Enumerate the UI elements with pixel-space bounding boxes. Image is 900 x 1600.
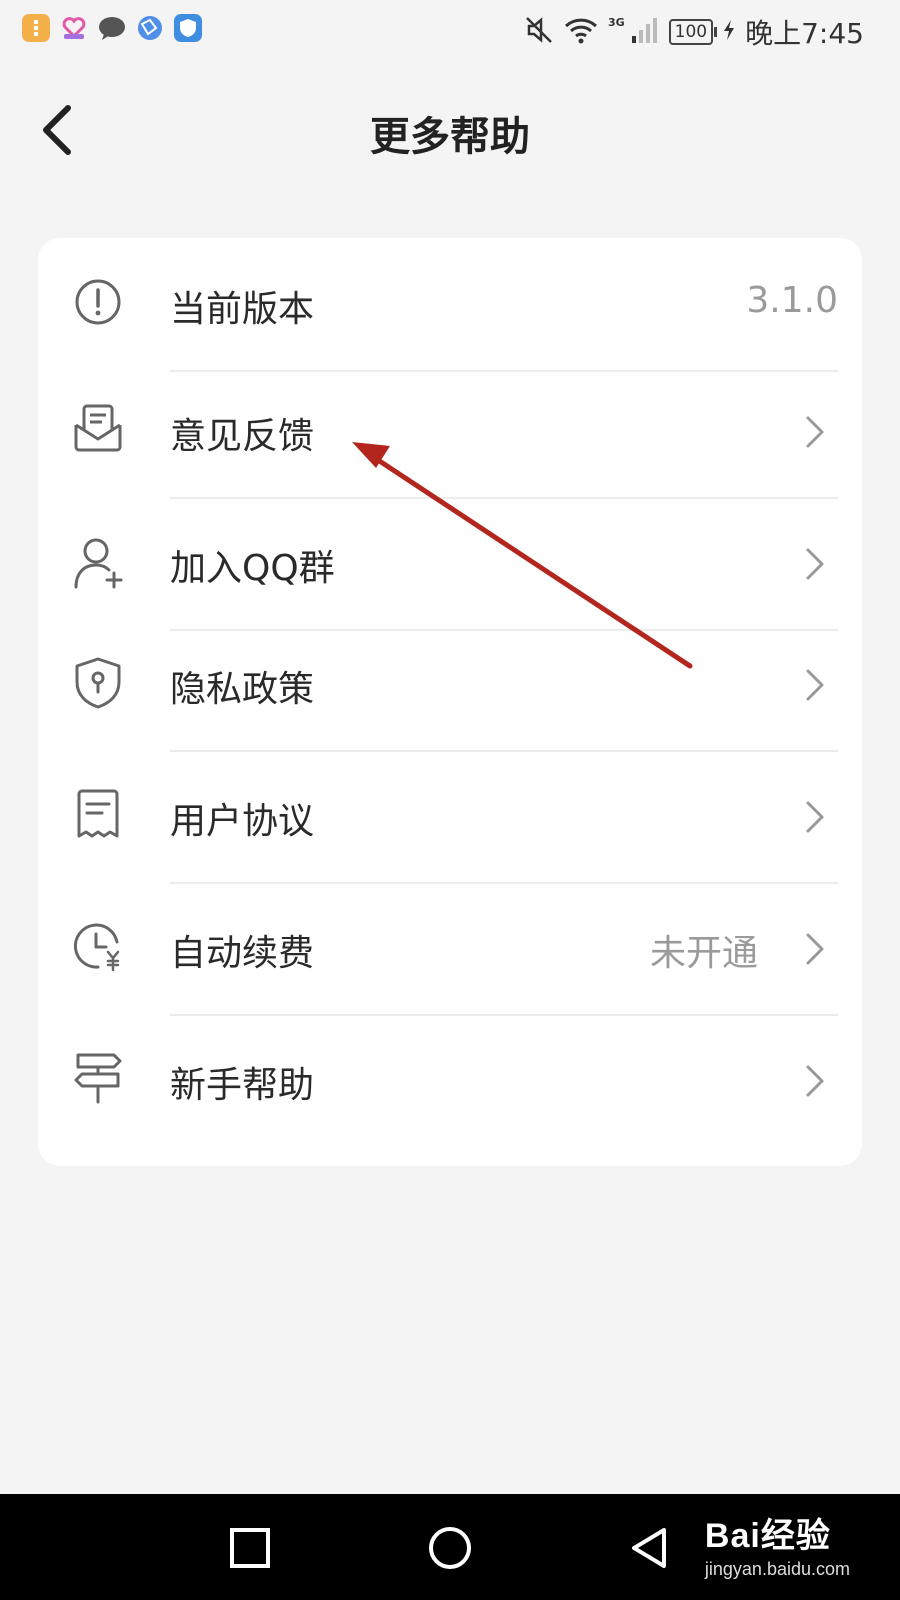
clock-yen-icon (73, 923, 120, 972)
chevron-right-icon (806, 669, 824, 701)
info-circle-icon (75, 279, 121, 325)
menu-row-beginner-help[interactable]: 新手帮助 (38, 1014, 862, 1148)
square-icon (230, 1528, 270, 1568)
recent-apps-button[interactable] (224, 1522, 276, 1574)
menu-label-privacy-policy: 隐私政策 (170, 669, 315, 710)
heart-app-icon (60, 14, 88, 42)
page-title: 更多帮助 (370, 114, 530, 160)
chat-bubble-icon (98, 14, 126, 42)
menu-label-beginner-help: 新手帮助 (170, 1065, 315, 1106)
system-navigation-bar: Bai经验 jingyan.baidu.com (0, 1494, 900, 1600)
signal-strength-icon (631, 16, 659, 48)
menu-label-feedback: 意见反馈 (170, 416, 315, 457)
watermark-url: jingyan.baidu.com (704, 1559, 850, 1579)
wifi-icon (564, 16, 598, 48)
back-nav-button[interactable] (624, 1522, 676, 1574)
chevron-right-icon (806, 1065, 824, 1097)
triangle-back-icon (632, 1528, 666, 1568)
network-type-label: 3G (607, 15, 625, 29)
feedback-envelope-icon (74, 404, 122, 452)
add-user-icon (74, 538, 123, 589)
clock: 晚上7:45 (745, 17, 864, 50)
menu-label-version: 当前版本 (170, 289, 315, 330)
auto-renew-status: 未开通 (649, 933, 758, 974)
baidu-jingyan-watermark: Bai经验 jingyan.baidu.com (705, 1508, 850, 1580)
menu-row-auto-renew[interactable]: 自动续费 未开通 (38, 882, 862, 1016)
watermark-brand: Bai经验 (704, 1517, 831, 1555)
menu-row-privacy-policy[interactable]: 隐私政策 (38, 618, 862, 752)
chevron-right-icon (806, 933, 824, 965)
menu-row-version[interactable]: 当前版本 3.1.0 (38, 238, 862, 372)
help-menu-card: 当前版本 3.1.0 意见反馈 加入QQ群 隐私政策 用户协议 自动续费 未开通… (38, 238, 862, 1166)
security-shield-app-icon (174, 14, 202, 42)
chevron-right-icon (806, 416, 824, 448)
app-header: 更多帮助 (0, 80, 900, 180)
notification-icons (22, 14, 202, 42)
document-icon (77, 789, 119, 838)
mute-icon (524, 15, 554, 49)
circle-icon (429, 1527, 471, 1569)
signpost-icon (74, 1053, 122, 1104)
battery-indicator: 100 (668, 19, 718, 45)
version-value: 3.1.0 (746, 280, 838, 321)
home-button[interactable] (424, 1522, 476, 1574)
chevron-right-icon (806, 801, 824, 833)
shield-lock-icon (75, 657, 121, 709)
status-bar: 3G 100 晚上7:45 (0, 0, 900, 60)
menu-label-auto-renew: 自动续费 (170, 933, 315, 974)
chevron-right-icon (806, 548, 824, 580)
app-notification-icon (22, 14, 50, 42)
menu-row-join-qq-group[interactable]: 加入QQ群 (38, 497, 862, 631)
menu-row-feedback[interactable]: 意见反馈 (38, 365, 862, 499)
charging-icon (723, 19, 735, 45)
menu-row-user-agreement[interactable]: 用户协议 (38, 750, 862, 884)
browser-globe-icon (136, 14, 164, 42)
status-indicators: 3G 100 晚上7:45 (524, 12, 864, 52)
menu-label-user-agreement: 用户协议 (170, 801, 315, 842)
menu-label-join-qq-group: 加入QQ群 (170, 548, 335, 589)
